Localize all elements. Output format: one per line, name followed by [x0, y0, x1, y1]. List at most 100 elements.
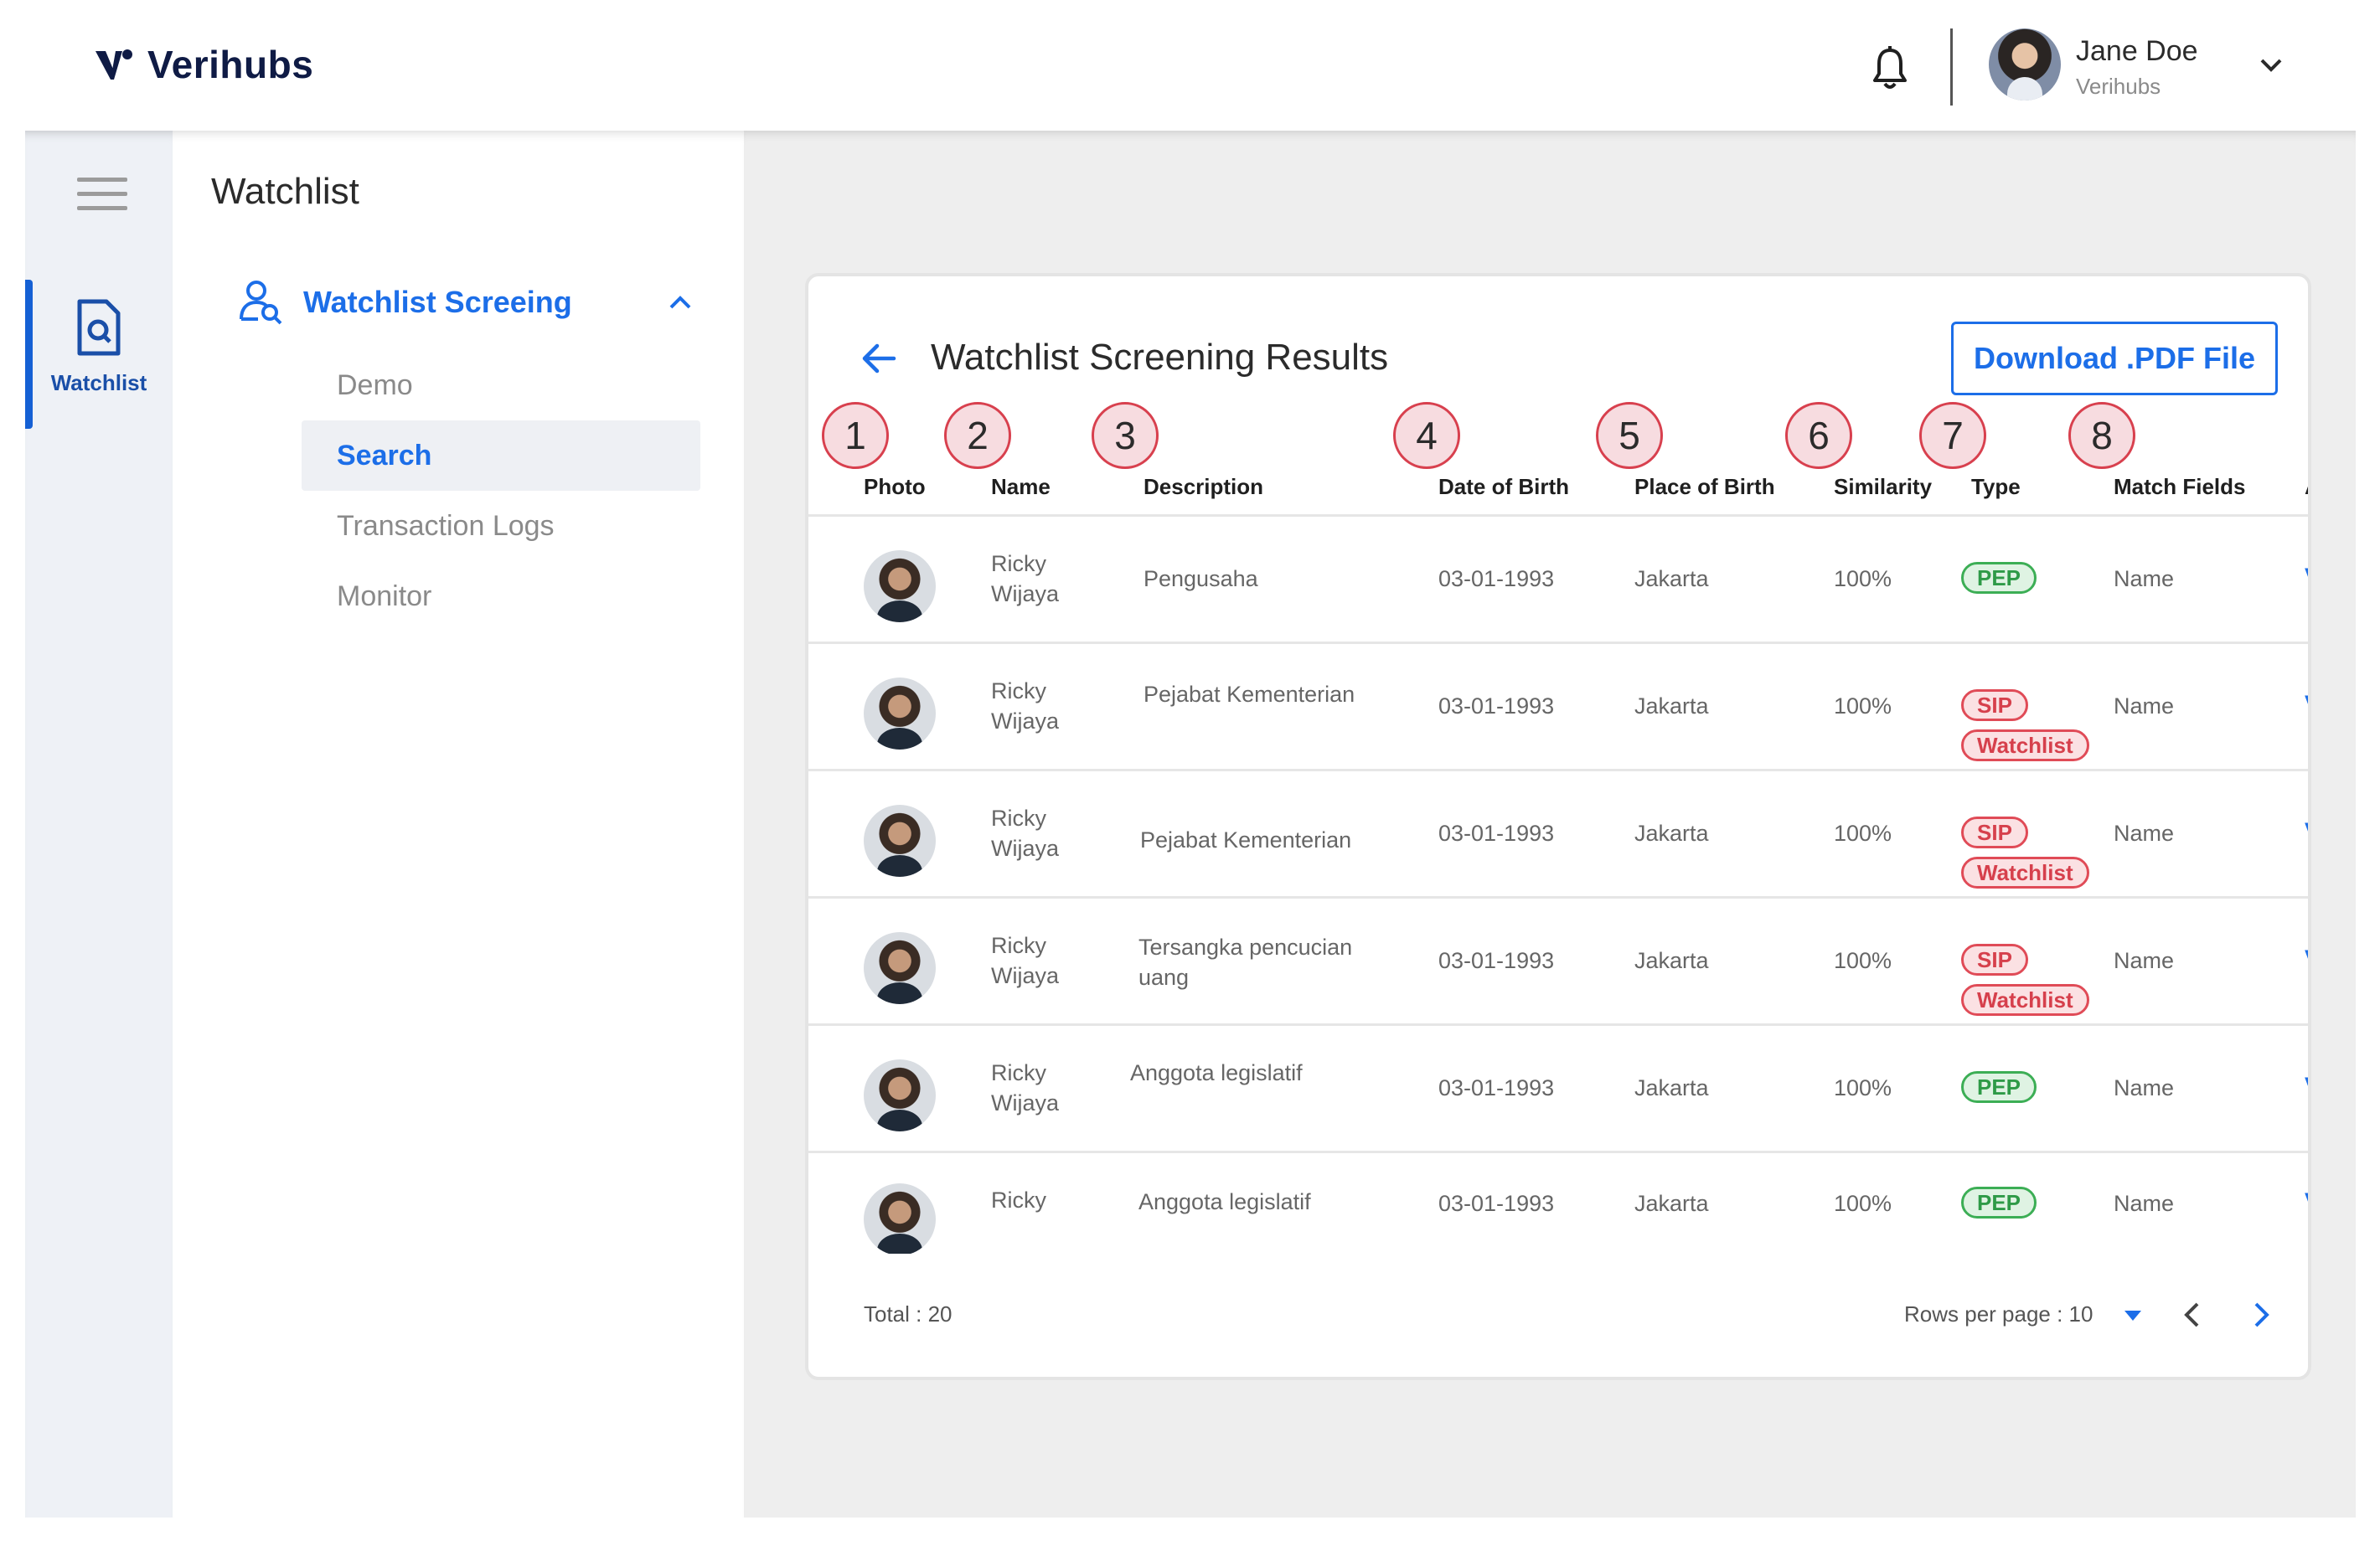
- rows-per-page-label: Rows per page : 10: [1904, 1301, 2093, 1327]
- row-match-fields: Name: [2114, 1191, 2175, 1216]
- type-badge-sip: SIP: [1961, 817, 2028, 848]
- column-header-match-fields[interactable]: Match Fields: [2114, 474, 2245, 500]
- row-name-first: Ricky: [991, 551, 1046, 576]
- table-row[interactable]: Ricky Wijaya Tersangka pencucian uang 03…: [808, 899, 2308, 1026]
- next-page-icon[interactable]: [2253, 1301, 2271, 1328]
- type-badge-pep: PEP: [1961, 1187, 2037, 1219]
- user-avatar[interactable]: [1989, 28, 2061, 100]
- row-match-fields: Name: [2114, 948, 2175, 973]
- download-pdf-button[interactable]: Download .PDF File: [1951, 322, 2278, 395]
- type-badge-watchlist: Watchlist: [1961, 857, 2089, 889]
- row-view-link[interactable]: Vi: [2305, 564, 2308, 590]
- chevron-down-icon[interactable]: [2259, 57, 2284, 74]
- sidebar-item-monitor[interactable]: Monitor: [302, 561, 700, 631]
- row-name-first: Ricky: [991, 806, 1046, 831]
- row-name-last: Wijaya: [991, 1090, 1060, 1116]
- row-name-first: Ricky: [991, 933, 1046, 958]
- row-description: Pengusaha: [1144, 566, 1258, 591]
- annotation-marker-2: 2: [944, 402, 1011, 469]
- table-row[interactable]: Ricky Wijaya Pejabat Kementerian 03-01-1…: [808, 644, 2308, 771]
- column-header-name[interactable]: Name: [991, 474, 1051, 500]
- sidebar-item-search[interactable]: Search: [302, 420, 700, 491]
- results-card: Watchlist Screening Results Download .PD…: [805, 273, 2311, 1380]
- previous-page-icon[interactable]: [2182, 1301, 2201, 1328]
- secondary-sidebar: Watchlist Watchlist Screeing Demo Search…: [173, 131, 744, 1518]
- column-header-type[interactable]: Type: [1971, 474, 2021, 500]
- person-photo: [864, 932, 936, 1004]
- annotation-marker-8: 8: [2068, 402, 2135, 469]
- hamburger-menu-icon[interactable]: [77, 178, 127, 211]
- row-date-of-birth: 03-01-1993: [1438, 693, 1555, 719]
- sidebar-title: Watchlist: [211, 171, 359, 212]
- row-place-of-birth: Jakarta: [1634, 566, 1709, 591]
- sidebar-group-label: Watchlist Screeing: [303, 285, 572, 319]
- user-search-icon: [240, 281, 282, 325]
- sidebar-item-transaction-logs[interactable]: Transaction Logs: [302, 491, 700, 561]
- row-place-of-birth: Jakarta: [1634, 821, 1709, 846]
- column-header-place-of-birth[interactable]: Place of Birth: [1634, 474, 1775, 500]
- row-match-fields: Name: [2114, 693, 2175, 719]
- row-match-fields: Name: [2114, 821, 2175, 846]
- top-bar: Verihubs Jane Doe Verihubs: [0, 0, 2380, 131]
- annotation-marker-6: 6: [1785, 402, 1852, 469]
- row-date-of-birth: 03-01-1993: [1438, 1075, 1555, 1100]
- sidebar-item-demo[interactable]: Demo: [302, 350, 700, 420]
- notification-bell-icon[interactable]: [1871, 45, 1908, 90]
- row-similarity: 100%: [1834, 821, 1892, 846]
- column-header-date-of-birth[interactable]: Date of Birth: [1438, 474, 1569, 500]
- rows-per-page-dropdown-icon[interactable]: [2124, 1310, 2142, 1322]
- type-badge-watchlist: Watchlist: [1961, 984, 2089, 1016]
- sidebar-group-watchlist-screening[interactable]: Watchlist Screeing: [240, 273, 692, 332]
- rail-item-label: Watchlist: [50, 370, 147, 395]
- topbar-divider: [1950, 28, 1953, 106]
- table-row[interactable]: Ricky Wijaya Pengusaha 03-01-1993 Jakart…: [808, 517, 2308, 644]
- row-name-first: Ricky: [991, 1060, 1046, 1085]
- row-similarity: 100%: [1834, 948, 1892, 973]
- row-place-of-birth: Jakarta: [1634, 1075, 1709, 1100]
- verihubs-logo-icon: [96, 49, 132, 80]
- row-name-first: Ricky: [991, 1188, 1046, 1213]
- row-similarity: 100%: [1834, 1191, 1892, 1216]
- user-name: Jane Doe: [2076, 35, 2198, 67]
- column-header-description[interactable]: Description: [1144, 474, 1263, 500]
- back-arrow-icon[interactable]: [860, 342, 897, 375]
- row-name-last: Wijaya: [991, 963, 1060, 988]
- results-title: Watchlist Screening Results: [931, 337, 1389, 378]
- annotation-marker-4: 4: [1393, 402, 1460, 469]
- row-view-link[interactable]: Vi: [2305, 1073, 2308, 1099]
- row-description-cont: uang: [1138, 965, 1190, 990]
- type-badge-pep: PEP: [1961, 1071, 2037, 1103]
- row-view-link[interactable]: Vi: [2305, 946, 2308, 971]
- row-view-link[interactable]: Vi: [2305, 691, 2308, 717]
- row-date-of-birth: 03-01-1993: [1438, 948, 1555, 973]
- table-row[interactable]: Ricky Anggota legislatif 03-01-1993 Jaka…: [808, 1153, 2308, 1254]
- annotation-marker-3: 3: [1092, 402, 1159, 469]
- person-photo: [864, 550, 936, 622]
- annotation-marker-5: 5: [1596, 402, 1663, 469]
- column-header-similarity[interactable]: Similarity: [1834, 474, 1932, 500]
- row-name-last: Wijaya: [991, 836, 1060, 861]
- table-row[interactable]: Ricky Wijaya Pejabat Kementerian 03-01-1…: [808, 771, 2308, 899]
- column-header-action[interactable]: Ac: [2305, 474, 2308, 500]
- user-organization: Verihubs: [2076, 74, 2161, 99]
- type-badge-watchlist: Watchlist: [1961, 729, 2089, 761]
- row-match-fields: Name: [2114, 1075, 2175, 1100]
- row-view-link[interactable]: Vi: [2305, 818, 2308, 844]
- row-place-of-birth: Jakarta: [1634, 948, 1709, 973]
- type-badge-sip: SIP: [1961, 944, 2028, 976]
- person-photo: [864, 678, 936, 750]
- rail-item-watchlist[interactable]: Watchlist: [25, 298, 173, 396]
- main-content: Watchlist Screening Results Download .PD…: [744, 131, 2356, 1518]
- type-badge-pep: PEP: [1961, 562, 2037, 594]
- annotation-marker-1: 1: [822, 402, 889, 469]
- table-row[interactable]: Ricky Wijaya Anggota legislatif 03-01-19…: [808, 1026, 2308, 1153]
- chevron-up-icon[interactable]: [669, 295, 692, 310]
- brand-logo[interactable]: Verihubs: [94, 42, 313, 87]
- person-photo: [864, 1059, 936, 1131]
- person-photo: [864, 805, 936, 877]
- type-badge-sip: SIP: [1961, 689, 2028, 721]
- total-count: Total : 20: [864, 1301, 953, 1327]
- column-header-photo[interactable]: Photo: [864, 474, 926, 500]
- row-view-link[interactable]: Vi: [2305, 1188, 2308, 1214]
- row-similarity: 100%: [1834, 693, 1892, 719]
